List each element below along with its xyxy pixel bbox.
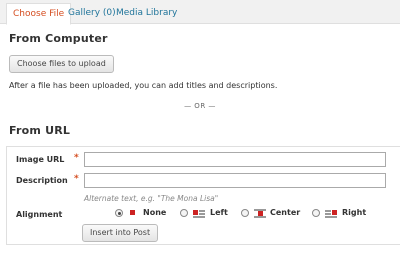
alt-text-help: Alternate text, e.g. "The Mona Lisa" <box>84 194 219 203</box>
align-right-icon <box>325 209 337 218</box>
align-left-label: Left <box>210 208 228 217</box>
align-center-radio[interactable] <box>241 209 249 217</box>
align-none-radio[interactable] <box>115 209 123 217</box>
align-center-label: Center <box>270 208 301 217</box>
align-none-label: None <box>143 208 167 217</box>
description-input[interactable] <box>84 173 386 188</box>
upload-note: After a file has been uploaded, you can … <box>9 81 278 90</box>
align-right-radio[interactable] <box>312 209 320 217</box>
align-left-icon <box>193 209 205 218</box>
align-center-icon <box>254 209 266 218</box>
align-right-label: Right <box>342 208 367 217</box>
tab-media-library[interactable]: Media Library <box>110 3 183 24</box>
or-divider: — OR — <box>184 102 216 110</box>
image-url-required-mark: * <box>74 153 79 163</box>
insert-into-post-button[interactable]: Insert into Post <box>82 224 159 242</box>
media-tabs: Choose File Gallery (0) Media Library <box>0 0 400 25</box>
choose-files-button[interactable]: Choose files to upload <box>9 55 114 73</box>
image-url-label: Image URL <box>16 155 65 164</box>
from-computer-heading: From Computer <box>9 32 108 45</box>
image-url-input[interactable] <box>84 152 386 167</box>
description-label: Description <box>16 176 68 185</box>
align-left-radio[interactable] <box>180 209 188 217</box>
from-url-heading: From URL <box>9 124 71 137</box>
align-none-icon <box>127 209 139 217</box>
description-required-mark: * <box>74 174 79 184</box>
alignment-label: Alignment <box>16 210 63 219</box>
